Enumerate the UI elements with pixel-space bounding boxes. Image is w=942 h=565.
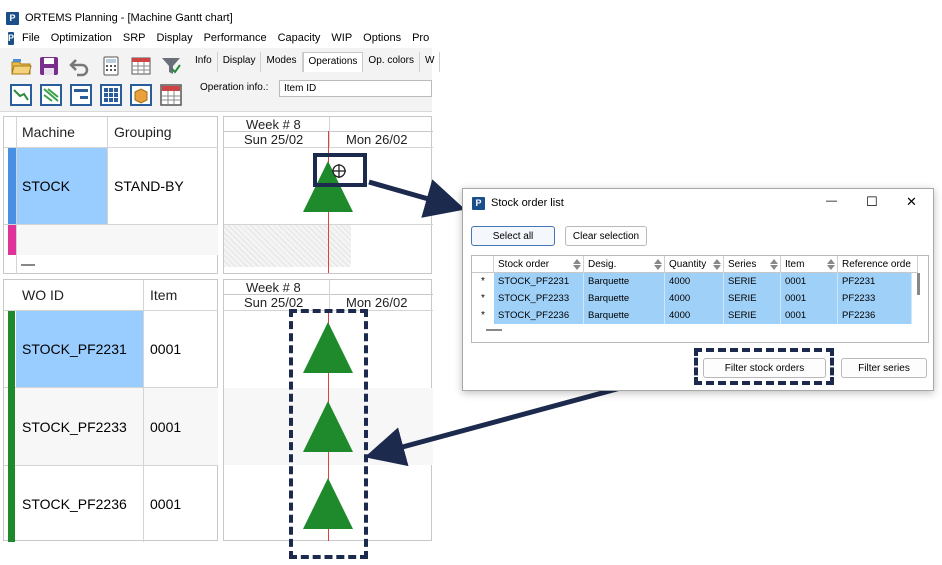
table-cell[interactable]: 4000 [665,290,724,307]
app-logo-icon: P [472,196,485,210]
table-cell[interactable]: 0001 [781,273,838,290]
stock-order-table: Stock order Desig. Quantity Series Item … [471,255,929,343]
highlight-box-dashed [694,348,834,385]
select-all-button[interactable]: Select all [471,226,555,246]
maximize-icon[interactable]: ☐ [866,194,878,210]
horizontal-scrollbar[interactable] [486,329,502,331]
sort-icon[interactable] [573,259,581,270]
table-cell[interactable]: STOCK_PF2231 [494,273,584,290]
column-header-stock-order[interactable]: Stock order [494,256,584,273]
table-cell[interactable]: Barquette [584,290,665,307]
close-icon[interactable]: ✕ [906,194,917,210]
minimize-icon[interactable]: — [826,195,837,207]
table-cell[interactable]: Barquette [584,307,665,324]
table-cell[interactable]: SERIE [724,290,781,307]
table-cell[interactable]: PF2236 [838,307,912,324]
dialog-title-bar[interactable]: P Stock order list — ☐ ✕ [463,189,933,217]
sort-icon[interactable] [713,259,721,270]
table-cell[interactable]: 4000 [665,307,724,324]
table-cell[interactable]: PF2233 [838,290,912,307]
table-cell[interactable]: 4000 [665,273,724,290]
table-cell[interactable]: SERIE [724,307,781,324]
vertical-scrollbar[interactable] [917,273,920,295]
sort-icon[interactable] [827,259,835,270]
clear-selection-button[interactable]: Clear selection [565,226,647,246]
table-cell[interactable]: STOCK_PF2236 [494,307,584,324]
table-cell[interactable]: Barquette [584,273,665,290]
table-cell[interactable]: PF2231 [838,273,912,290]
table-cell[interactable]: STOCK_PF2233 [494,290,584,307]
row-header-corner [472,256,494,273]
dialog-title: Stock order list [491,197,564,209]
row-marker[interactable]: * [472,307,494,324]
filter-series-button[interactable]: Filter series [841,358,927,378]
table-cell[interactable]: 0001 [781,307,838,324]
sort-icon[interactable] [770,259,778,270]
row-marker[interactable]: * [472,273,494,290]
column-header-desig[interactable]: Desig. [584,256,665,273]
row-marker[interactable]: * [472,290,494,307]
table-cell[interactable]: 0001 [781,290,838,307]
column-header-reference-order[interactable]: Reference orde [838,256,918,273]
sort-icon[interactable] [654,259,662,270]
table-cell[interactable]: SERIE [724,273,781,290]
